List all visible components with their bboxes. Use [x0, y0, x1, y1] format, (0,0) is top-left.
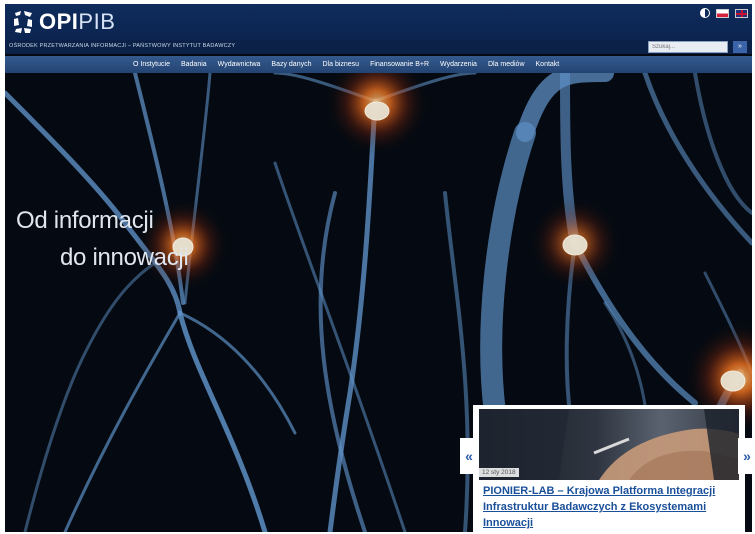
nav-item-bazy-danych[interactable]: Bazy danych	[271, 61, 311, 68]
org-name: OŚRODEK PRZETWARZANIA INFORMACJI – PAŃST…	[9, 43, 236, 49]
nav-item-finansowanie[interactable]: Finansowanie B+R	[370, 61, 429, 68]
search-button[interactable]: »	[733, 41, 747, 53]
main-nav: O Instytucie Badania Wydawnictwa Bazy da…	[5, 56, 752, 73]
page-frame: OPIPIB OŚRODEK PRZETWARZANIA INFORMACJI …	[5, 4, 752, 532]
nav-item-dla-mediow[interactable]: Dla mediów	[488, 61, 525, 68]
hero-tagline-line2: do innowacji	[60, 244, 189, 271]
slider-prev-button[interactable]: «	[460, 438, 478, 474]
news-card[interactable]: 12 sty 2018 PIONIER-LAB – Krajowa Platfo…	[473, 405, 745, 532]
polish-flag-icon[interactable]	[716, 8, 729, 18]
nav-item-dla-biznesu[interactable]: Dla biznesu	[323, 61, 360, 68]
logo[interactable]: OPIPIB	[11, 7, 115, 37]
nav-list: O Instytucie Badania Wydawnictwa Bazy da…	[133, 56, 570, 73]
nav-item-wydarzenia[interactable]: Wydarzenia	[440, 61, 477, 68]
nav-item-o-instytucie[interactable]: O Instytucie	[133, 61, 170, 68]
search-input[interactable]	[648, 41, 728, 53]
english-flag-icon[interactable]	[735, 8, 748, 18]
contrast-toggle-icon[interactable]	[700, 8, 710, 18]
logo-text: OPIPIB	[39, 9, 116, 34]
news-title-link[interactable]: PIONIER-LAB – Krajowa Platforma Integrac…	[483, 483, 741, 531]
top-icons	[700, 8, 748, 18]
hero-tagline-line1: Od informacji	[16, 207, 154, 234]
nav-item-wydawnictwa[interactable]: Wydawnictwa	[218, 61, 261, 68]
nav-item-badania[interactable]: Badania	[181, 61, 207, 68]
news-date: 12 sty 2018	[479, 468, 519, 477]
opi-logo-mark-icon	[14, 11, 32, 33]
slider-next-button[interactable]: »	[738, 438, 752, 474]
header-bar: OPIPIB	[5, 4, 752, 40]
nav-item-kontakt[interactable]: Kontakt	[536, 61, 560, 68]
org-name-bar: OŚRODEK PRZETWARZANIA INFORMACJI – PAŃST…	[5, 40, 752, 54]
